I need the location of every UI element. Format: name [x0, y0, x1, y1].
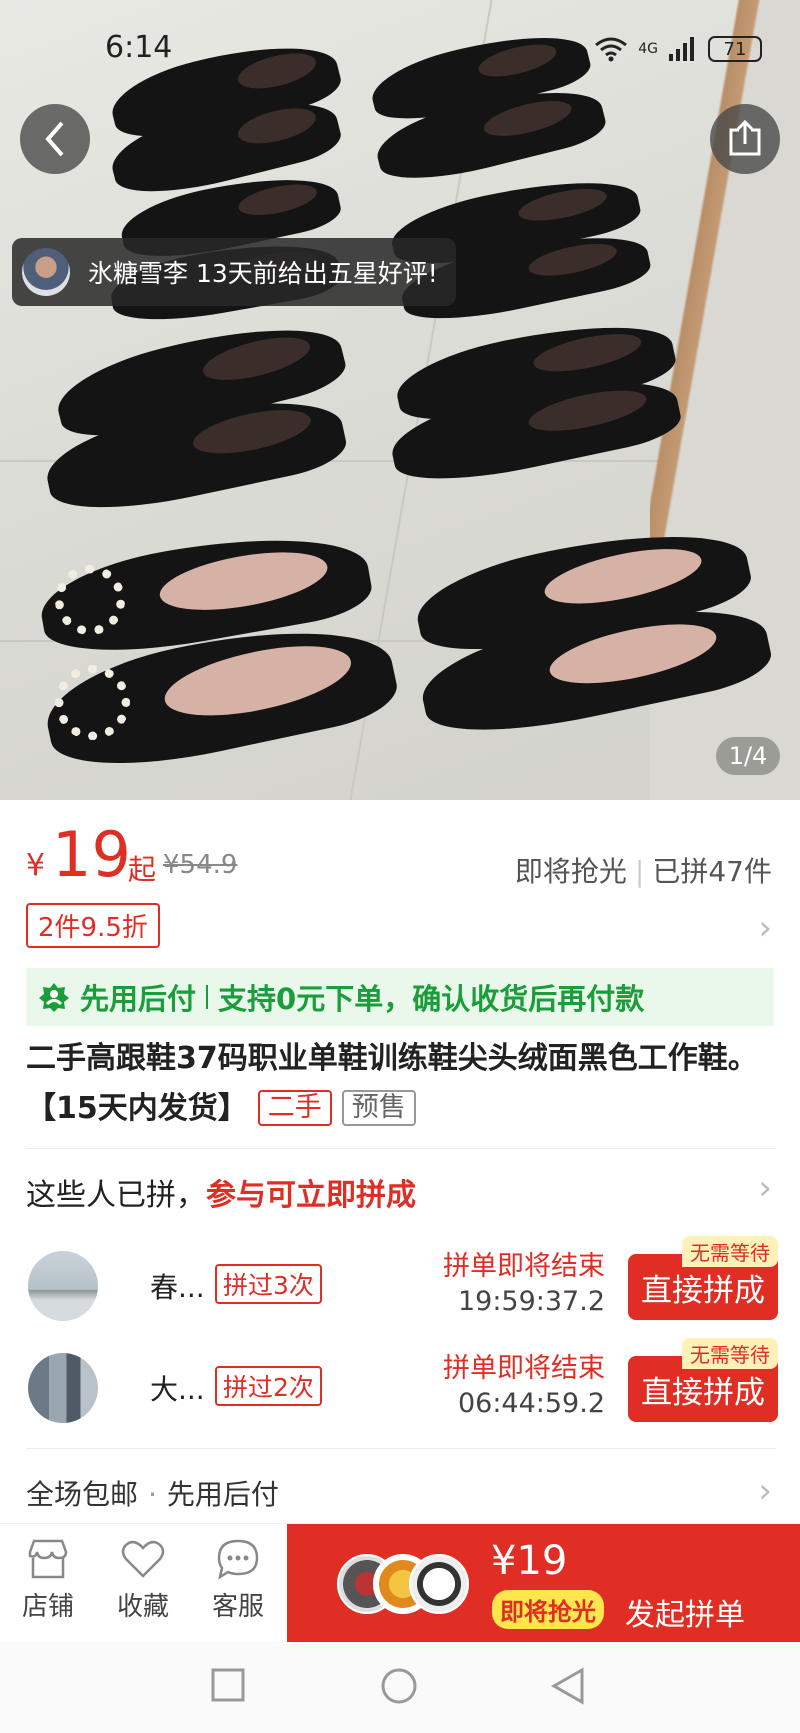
group-count-badge: 拼过2次 — [215, 1366, 322, 1406]
user-avatar — [28, 1251, 98, 1321]
review-toast-text: 氷糖雪李 13天前给出五星好评! — [88, 259, 438, 288]
chevron-right-icon[interactable]: › — [758, 1168, 772, 1208]
chat-icon — [217, 1539, 259, 1580]
no-wait-badge: 无需等待 — [682, 1338, 778, 1369]
price-value: 19 — [52, 818, 131, 891]
secondhand-tag: 二手 — [257, 1090, 332, 1126]
review-toast: 氷糖雪李 13天前给出五星好评! — [12, 238, 456, 306]
presale-tag: 预售 — [341, 1090, 416, 1126]
customer-service-button[interactable]: 客服 — [198, 1538, 278, 1623]
favorite-label: 收藏 — [116, 1592, 169, 1622]
sold-count: 已拼47件 — [652, 855, 772, 888]
group-ending-label: 拼单即将结束 — [443, 1251, 605, 1282]
original-price: ¥54.9 — [163, 850, 238, 880]
home-icon[interactable] — [380, 1667, 418, 1705]
user-avatar — [28, 1353, 98, 1423]
separator: | — [634, 855, 645, 888]
buy-price: ¥19 — [491, 1538, 568, 1584]
user-name: 春... — [150, 1271, 205, 1304]
battery-level: 71 — [723, 38, 747, 60]
favorite-button[interactable]: 收藏 — [103, 1538, 183, 1623]
price-from-label: 起 — [128, 853, 157, 886]
group-heading-highlight: 参与可立即拼成 — [206, 1178, 416, 1213]
start-group-buy-button[interactable]: ¥19 即将抢光 发起拼单 — [287, 1524, 800, 1643]
bottom-action-bar: 店铺 收藏 客服 ¥19 即将抢光 发起拼单 — [0, 1523, 800, 1643]
chevron-left-icon — [45, 121, 64, 157]
pay-later-banner[interactable]: 先用后付 支持0元下单，确认收货后再付款 — [26, 968, 774, 1026]
selling-fast-badge: 即将抢光 — [492, 1590, 604, 1629]
join-button-label: 直接拼成 — [641, 1374, 765, 1411]
user-name: 大... — [150, 1373, 205, 1406]
pearl-brooch — [55, 665, 130, 740]
image-page-indicator: 1/4 — [716, 737, 780, 775]
signal-icon — [669, 37, 694, 61]
buyer-avatars — [337, 1554, 469, 1614]
group-heading-text: 这些人已拼， — [26, 1178, 206, 1213]
group-countdown: 19:59:37.2 — [457, 1286, 605, 1317]
network-type: 4G — [638, 41, 658, 57]
heart-icon — [121, 1540, 165, 1578]
separator: · — [148, 1478, 157, 1511]
recent-apps-icon[interactable] — [210, 1667, 246, 1703]
store-icon — [28, 1539, 68, 1579]
divider — [26, 1448, 776, 1449]
share-icon — [729, 120, 761, 156]
back-nav-icon[interactable] — [550, 1667, 586, 1705]
price-row: ¥ 19 起 ¥54.9 即将抢光 | 已拼47件 — [0, 820, 800, 890]
shipping-info[interactable]: 全场包邮 · 先用后付 — [26, 1473, 279, 1513]
group-buy-heading[interactable]: 这些人已拼，参与可立即拼成 — [26, 1170, 416, 1214]
group-buy-row: 大... 拼过2次 拼单即将结束 06:44:59.2 直接拼成 无需等待 — [0, 1338, 800, 1438]
pay-later-service: 先用后付 — [166, 1478, 279, 1511]
separator — [206, 985, 209, 1009]
group-countdown: 06:44:59.2 — [457, 1388, 605, 1419]
start-group-label: 发起拼单 — [625, 1598, 745, 1633]
pay-later-label: 先用后付 — [80, 982, 197, 1016]
store-button[interactable]: 店铺 — [8, 1538, 88, 1623]
divider — [26, 1148, 776, 1149]
group-buy-row: 春... 拼过3次 拼单即将结束 19:59:37.2 直接拼成 无需等待 — [0, 1236, 800, 1336]
share-button[interactable] — [710, 104, 780, 174]
customer-service-label: 客服 — [211, 1592, 264, 1622]
back-button[interactable] — [20, 104, 90, 174]
group-count-badge: 拼过3次 — [215, 1264, 322, 1304]
wifi-icon — [595, 37, 628, 62]
sales-info: 即将抢光 | 已拼47件 — [515, 850, 772, 890]
free-shipping: 全场包邮 — [26, 1478, 139, 1511]
pay-later-detail: 支持0元下单，确认收货后再付款 — [218, 982, 645, 1016]
status-time: 6:14 — [105, 30, 173, 65]
currency-symbol: ¥ — [26, 848, 46, 883]
group-ending-label: 拼单即将结束 — [443, 1353, 605, 1384]
store-label: 店铺 — [21, 1592, 74, 1622]
join-button-label: 直接拼成 — [641, 1272, 765, 1309]
chevron-right-icon[interactable]: › — [758, 1471, 772, 1511]
pearl-brooch — [55, 565, 125, 635]
pay-later-icon — [39, 983, 69, 1012]
product-title: 二手高跟鞋37码职业单鞋训练鞋尖头绒面黑色工作鞋。【15天内发货】 二手 预售 — [26, 1034, 776, 1134]
buyer-avatar — [409, 1554, 469, 1614]
product-image-gallery[interactable]: 6:14 4G 71 氷糖雪李 13天前给出五星好评! 1/4 — [0, 0, 800, 800]
selling-fast-label: 即将抢光 — [514, 855, 627, 888]
chevron-right-icon[interactable]: › — [758, 908, 772, 948]
no-wait-badge: 无需等待 — [682, 1236, 778, 1267]
discount-badge[interactable]: 2件9.5折 — [26, 903, 160, 948]
reviewer-avatar — [22, 248, 70, 296]
battery-icon: 71 — [708, 36, 762, 62]
system-navigation-bar — [0, 1642, 800, 1733]
status-bar: 6:14 4G 71 — [0, 0, 800, 100]
